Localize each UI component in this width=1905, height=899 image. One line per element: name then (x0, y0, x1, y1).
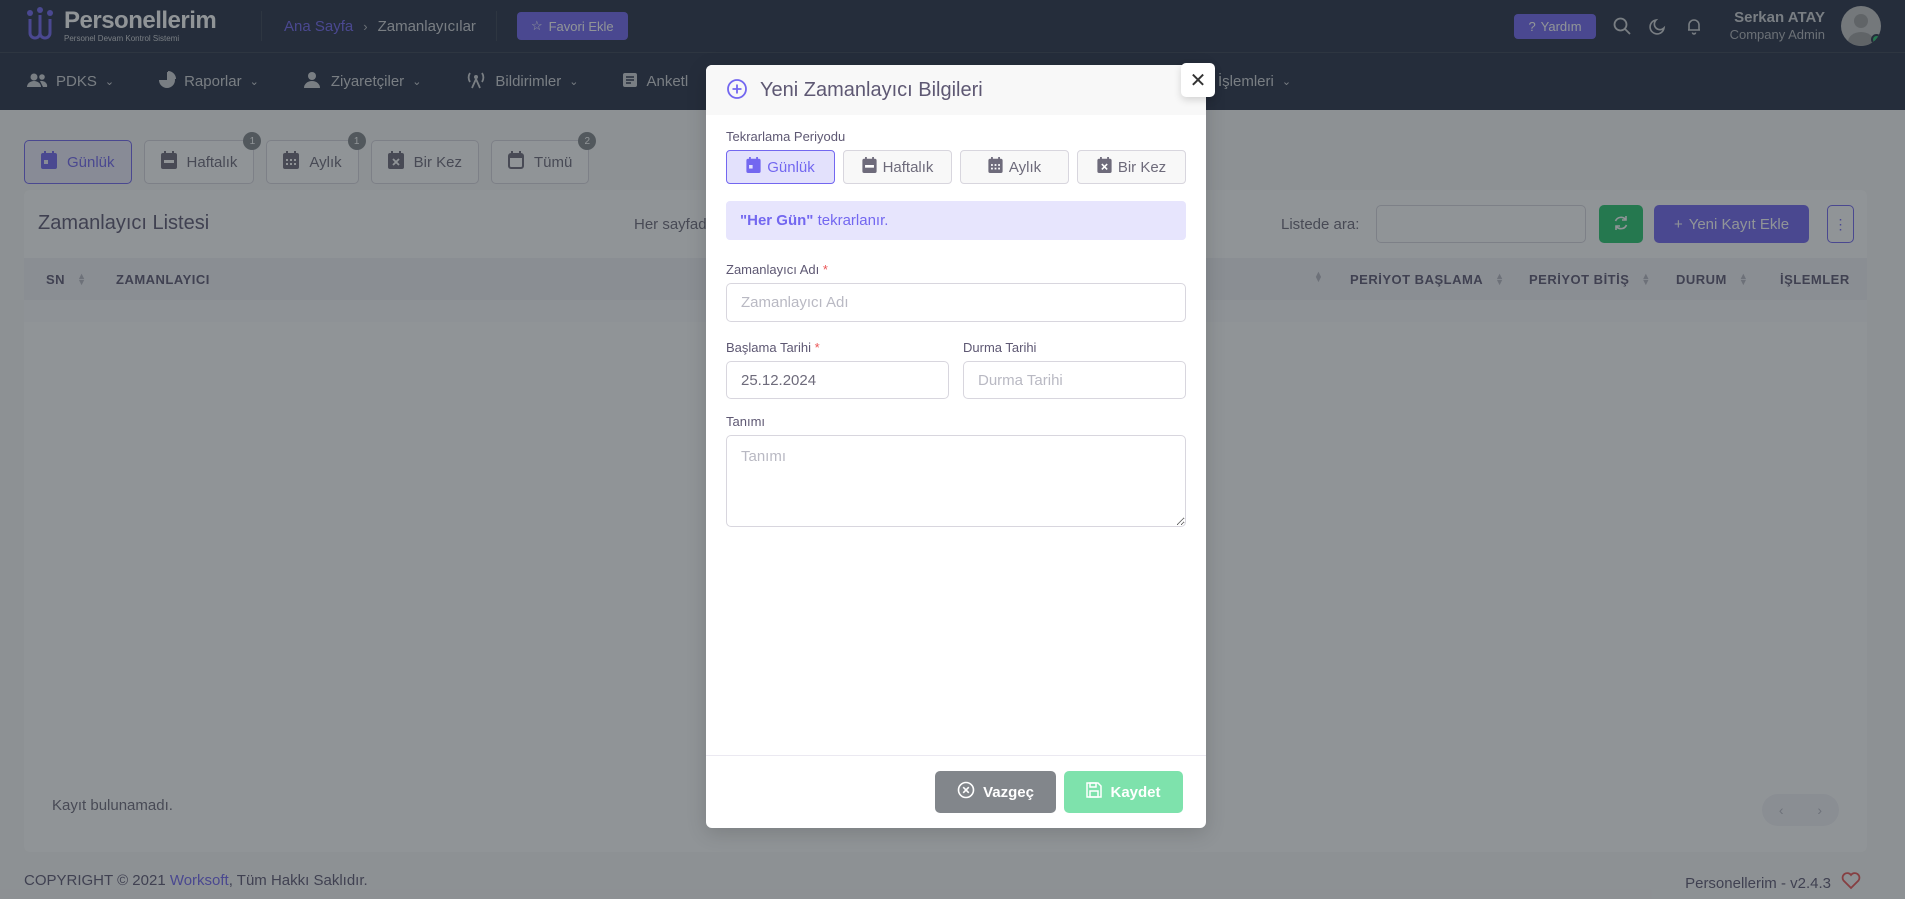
new-timer-modal: Yeni Zamanlayıcı Bilgileri ✕ Tekrarlama … (706, 63, 1215, 828)
save-button[interactable]: Kaydet (1064, 771, 1183, 813)
period-bir-kez-button[interactable]: Bir Kez (1077, 150, 1186, 184)
modal-footer: Vazgeç Kaydet (706, 755, 1206, 828)
required-mark: * (814, 340, 820, 355)
x-circle-icon (957, 781, 975, 803)
period-aylik-button[interactable]: Aylık (960, 150, 1069, 184)
start-date-label: Başlama Tarihi * (726, 340, 949, 355)
description-label: Tanımı (726, 414, 766, 429)
plus-circle-icon (726, 78, 748, 103)
period-label-text: Haftalık (882, 158, 934, 176)
period-selector: Günlük Haftalık Aylık Bir Kez (726, 150, 1186, 184)
end-date-label: Durma Tarihi (963, 340, 1037, 355)
calendar-month-icon (988, 157, 1003, 177)
modal-body: Tekrarlama Periyodu Günlük Haftalık Aylı… (706, 115, 1206, 530)
description-textarea[interactable] (726, 435, 1186, 527)
period-gunluk-button[interactable]: Günlük (726, 150, 835, 184)
close-icon: ✕ (1189, 69, 1207, 92)
period-info-alert: "Her Gün" tekrarlanır. (726, 201, 1186, 240)
modal-header: Yeni Zamanlayıcı Bilgileri (706, 65, 1206, 115)
period-label-text: Günlük (767, 158, 815, 176)
close-button[interactable]: ✕ (1181, 63, 1215, 97)
save-label: Kaydet (1110, 783, 1161, 801)
cancel-label: Vazgeç (983, 783, 1034, 801)
end-date-input[interactable] (963, 361, 1186, 399)
label-text: Başlama Tarihi (726, 340, 812, 355)
start-date-input[interactable] (726, 361, 949, 399)
info-rest: tekrarlanır. (813, 212, 889, 229)
period-haftalik-button[interactable]: Haftalık (843, 150, 952, 184)
cancel-button[interactable]: Vazgeç (935, 771, 1056, 813)
end-date-group: Durma Tarihi (963, 340, 1186, 399)
calendar-week-icon (861, 157, 877, 177)
label-text: Zamanlayıcı Adı (726, 262, 820, 277)
modal-title: Yeni Zamanlayıcı Bilgileri (760, 78, 983, 101)
required-mark: * (822, 262, 828, 277)
save-icon (1086, 782, 1103, 802)
info-quoted: "Her Gün" (740, 212, 814, 229)
period-label: Tekrarlama Periyodu (726, 129, 846, 144)
name-field-label: Zamanlayıcı Adı * (726, 262, 1186, 277)
calendar-x-icon (1097, 157, 1112, 177)
start-date-group: Başlama Tarihi * (726, 340, 949, 399)
name-input[interactable] (726, 283, 1186, 322)
period-label-text: Aylık (1008, 158, 1042, 176)
description-group: Tanımı (726, 414, 1186, 530)
period-label-text: Bir Kez (1117, 158, 1167, 176)
name-field-group: Zamanlayıcı Adı * (726, 262, 1186, 322)
calendar-day-icon (746, 157, 761, 177)
